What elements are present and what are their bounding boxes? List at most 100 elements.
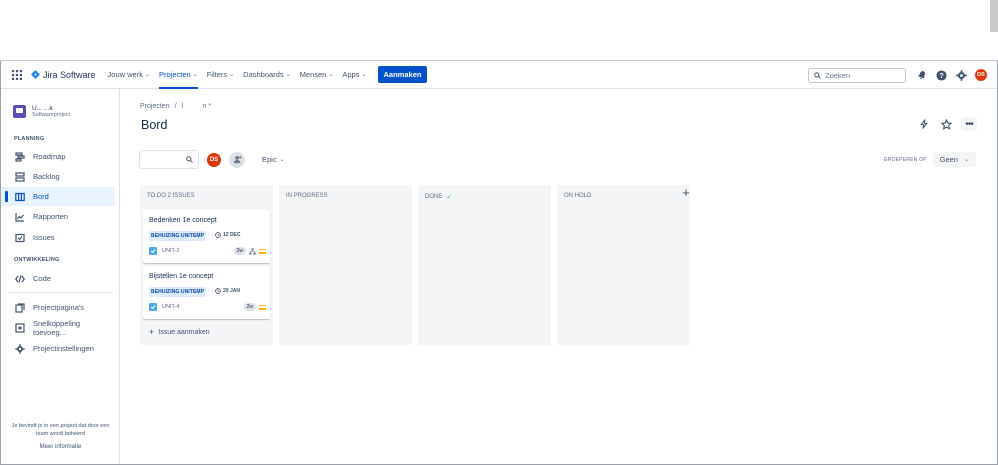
issue-card[interactable]: Bijstellen 1e concept BEHUIZING UNITEMP … xyxy=(143,266,270,319)
help-icon[interactable]: ? xyxy=(935,69,948,82)
due-date-text: 29 JAN xyxy=(223,288,240,294)
sidebar-item-rapporten[interactable]: Rapporten xyxy=(1,207,115,226)
backlog-icon xyxy=(15,171,25,182)
chevron-down-icon: ⌄ xyxy=(279,157,285,163)
lightning-icon[interactable] xyxy=(917,117,931,131)
code-icon xyxy=(15,274,25,283)
sidebar-item-backlog[interactable]: Backlog xyxy=(1,167,115,186)
task-type-icon xyxy=(149,247,157,255)
priority-medium-icon xyxy=(259,248,266,254)
sidebar-item-shortcut[interactable]: Snelkoppeling toevoeg... xyxy=(1,318,115,337)
search-icon xyxy=(814,71,821,79)
column-done: DONE ✓ xyxy=(418,185,551,345)
global-search-input[interactable]: Zoeken xyxy=(808,67,906,83)
settings-gear-icon[interactable] xyxy=(955,69,968,82)
epic-filter-dropdown[interactable]: Epic ⌄ xyxy=(262,155,285,164)
epic-lozenge: BEHUIZING UNITEMP xyxy=(149,231,207,241)
group-by-value: Geen xyxy=(939,155,958,164)
user-avatar[interactable]: DS xyxy=(975,69,987,81)
nav-label: Dashboards xyxy=(243,70,284,79)
sidebar-item-bord[interactable]: Bord xyxy=(1,187,115,206)
sidebar-item-label: Bord xyxy=(33,192,49,201)
screen: Jira Software Jouw werk ⌄ Projecten ⌄ Filt… xyxy=(0,0,998,465)
more-options-icon[interactable]: ••• xyxy=(961,117,977,131)
nav-apps[interactable]: Apps ⌄ xyxy=(342,61,366,89)
nav-dashboards[interactable]: Dashboards ⌄ xyxy=(243,61,290,89)
shortcut-icon xyxy=(15,322,25,333)
board-search-input[interactable] xyxy=(139,150,199,169)
nav-label: Mensen xyxy=(299,70,327,79)
search-placeholder: Zoeken xyxy=(825,70,851,80)
epic-lozenge: BEHUIZING UNITEMP xyxy=(149,287,207,297)
nav-jouw-werk[interactable]: Jouw werk ⌄ xyxy=(108,61,150,89)
sidebar-item-label: Projectinstellingen xyxy=(33,344,94,353)
logo-text: Jira Software xyxy=(43,69,96,80)
epic-filter-label: Epic xyxy=(262,155,277,164)
add-column-button[interactable]: + xyxy=(679,184,693,200)
create-issue-button[interactable]: + Issue aanmaken xyxy=(149,327,210,337)
breadcrumb-projects-link[interactable]: Projecten xyxy=(140,103,170,110)
issue-key[interactable]: UNIT-4 xyxy=(162,304,179,310)
notifications-icon[interactable] xyxy=(915,69,928,82)
child-issues-icon xyxy=(249,247,256,255)
assignee-filter-avatar[interactable]: DS xyxy=(206,151,222,168)
priority-medium-icon xyxy=(259,304,266,310)
development-section-title: ONTWIKKELING xyxy=(14,257,60,263)
create-button[interactable]: Aanmaken xyxy=(377,66,428,83)
column-title: TO DO 2 ISSUES xyxy=(147,193,195,199)
column-header: ON HOLD xyxy=(564,193,591,199)
group-by-label: GROEPEREN OP xyxy=(883,156,927,163)
add-people-icon[interactable] xyxy=(229,151,245,168)
plus-icon: + xyxy=(682,184,690,200)
more-info-link[interactable]: Meer informatie xyxy=(1,444,120,450)
card-title: Bedenken 1e concept xyxy=(149,217,217,224)
breadcrumb-project-link[interactable]: l n * xyxy=(182,103,212,110)
group-by-select[interactable]: Geen ⌄ xyxy=(932,152,976,167)
nav-right-actions: Zoeken ? DS xyxy=(808,61,987,89)
sidebar-item-issues[interactable]: Issues xyxy=(1,228,115,247)
chevron-down-icon: ⌄ xyxy=(192,72,198,78)
board-actions: ••• xyxy=(917,117,977,131)
nav-mensen[interactable]: Mensen ⌄ xyxy=(300,61,334,89)
project-header[interactable]: U... ...k Softwareproject xyxy=(13,105,70,118)
app-switcher-icon[interactable] xyxy=(3,61,31,89)
nav-label: Jouw werk xyxy=(107,70,143,79)
sidebar-item-label: Issues xyxy=(33,233,55,242)
team-managed-note: Je bevindt je in een project dat door ee… xyxy=(1,422,120,438)
issues-icon xyxy=(15,233,25,242)
due-date: 12 DEC xyxy=(215,231,241,239)
create-issue-label: Issue aanmaken xyxy=(158,328,210,336)
star-icon[interactable] xyxy=(939,117,953,131)
nav-projecten[interactable]: Projecten ⌄ xyxy=(159,61,198,89)
nav-label: Projecten xyxy=(159,70,191,79)
estimate-badge: 2w xyxy=(233,247,246,255)
issue-card[interactable]: Bedenken 1e concept BEHUIZING UNITEMP 12… xyxy=(143,210,270,263)
done-check-icon: ✓ xyxy=(446,194,453,201)
browser-blank-area xyxy=(0,0,998,61)
svg-text:?: ? xyxy=(939,72,943,80)
breadcrumb: Projecten / l n * xyxy=(140,103,211,110)
due-date: 29 JAN xyxy=(215,287,240,295)
issue-key[interactable]: UNIT-2 xyxy=(162,248,179,254)
page-scrollbar[interactable] xyxy=(990,0,998,32)
sidebar-item-code[interactable]: Code xyxy=(1,269,115,288)
top-navigation: Jira Software Jouw werk ⌄ Projecten ⌄ Filt… xyxy=(1,61,997,89)
board-columns: TO DO 2 ISSUES Bedenken 1e concept BEHUI… xyxy=(140,185,690,345)
planning-section-title: PLANNING xyxy=(14,136,45,142)
sidebar-item-projectinstellingen[interactable]: Projectinstellingen xyxy=(1,339,115,358)
breadcrumb-separator: / xyxy=(174,103,177,110)
nav-filters[interactable]: Filters ⌄ xyxy=(207,61,234,89)
jira-app: Jira Software Jouw werk ⌄ Projecten ⌄ Filt… xyxy=(0,61,998,465)
card-meta: 2w xyxy=(233,247,266,255)
sidebar-item-roadmap[interactable]: Roadmap xyxy=(1,147,115,166)
settings-icon xyxy=(15,343,25,354)
sidebar-item-label: Code xyxy=(33,274,51,283)
jira-logo[interactable]: Jira Software xyxy=(31,70,96,80)
board-icon xyxy=(15,192,25,201)
sidebar-item-label: Roadmap xyxy=(33,152,66,161)
column-header: IN PROGRESS xyxy=(286,193,328,199)
sidebar-item-label: Rapporten xyxy=(33,212,69,221)
reports-icon xyxy=(15,212,24,222)
sidebar-item-projectpaginas[interactable]: Projectpagina's xyxy=(1,298,115,317)
column-on-hold: ON HOLD xyxy=(557,185,690,345)
